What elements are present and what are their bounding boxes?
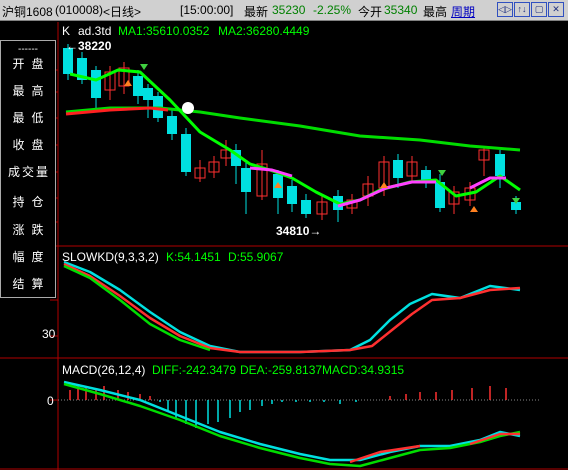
buy-signal-arrow	[124, 80, 132, 86]
low-price-annotation: 34810→	[276, 224, 322, 238]
sell-signal-arrow	[140, 64, 148, 70]
settlement-item: 结算	[12, 277, 51, 291]
volume-item: 成交量	[7, 165, 50, 179]
indicator-name: ad.3td	[78, 24, 112, 38]
amplitude-item: 幅度	[12, 250, 51, 264]
macd-y-tick: 0	[47, 394, 54, 408]
macd-dea-value: DEA:-259.8137	[240, 363, 323, 377]
kd-y-tick: 30	[42, 327, 56, 341]
candle-body-down	[421, 170, 431, 180]
buy-signal-arrow	[380, 182, 388, 188]
kd-d-value: D:55.9067	[228, 250, 284, 264]
candle-body-down	[91, 70, 101, 98]
candle-body-down	[393, 160, 403, 178]
change-item: 涨跌	[12, 223, 51, 237]
candle-body-down	[143, 88, 153, 100]
ma1-line-magenta	[249, 166, 293, 178]
close-item: 收盘	[12, 138, 51, 152]
ma2-line-green	[65, 106, 521, 152]
candle-body-down	[167, 116, 177, 134]
open-interest-item: 持仓	[12, 195, 51, 209]
kd-k-value: K:54.1451	[166, 250, 221, 264]
macd-diff-value: DIFF:-242.3479	[152, 363, 237, 377]
sell-signal-arrow	[438, 170, 446, 176]
quote-info-panel: ------ 开盘 最高 最低 收盘 成交量 持仓 涨跌 幅度 结算	[0, 40, 56, 298]
candle-body-down	[181, 134, 191, 172]
kd-k-line	[63, 260, 521, 354]
buy-signal-arrow	[470, 206, 478, 212]
ma1-line-magenta	[337, 180, 436, 208]
macd-indicator-name: MACD(26,12,4)	[62, 363, 146, 377]
candle-body-down	[287, 186, 297, 204]
panel-divider: ------	[18, 44, 38, 55]
high-price-annotation: ←38220	[66, 39, 112, 53]
kd-d-line	[63, 262, 521, 354]
ma1-value: MA1:35610.0352	[118, 24, 210, 38]
candle-body-down	[133, 76, 143, 96]
candle-body-down	[495, 154, 505, 176]
k-label: K	[62, 24, 71, 38]
low-item: 最低	[12, 111, 51, 125]
high-item: 最高	[12, 84, 51, 98]
ma2-value: MA2:36280.4449	[218, 24, 310, 38]
smiley-icon	[182, 102, 194, 114]
candle-body-down	[301, 200, 311, 214]
kd-indicator-name: SLOWKD(9,3,3,2)	[62, 250, 159, 264]
candle-body-down	[241, 168, 251, 192]
macd-bar-value: MACD:34.9315	[322, 363, 405, 377]
open-item: 开盘	[12, 57, 51, 71]
